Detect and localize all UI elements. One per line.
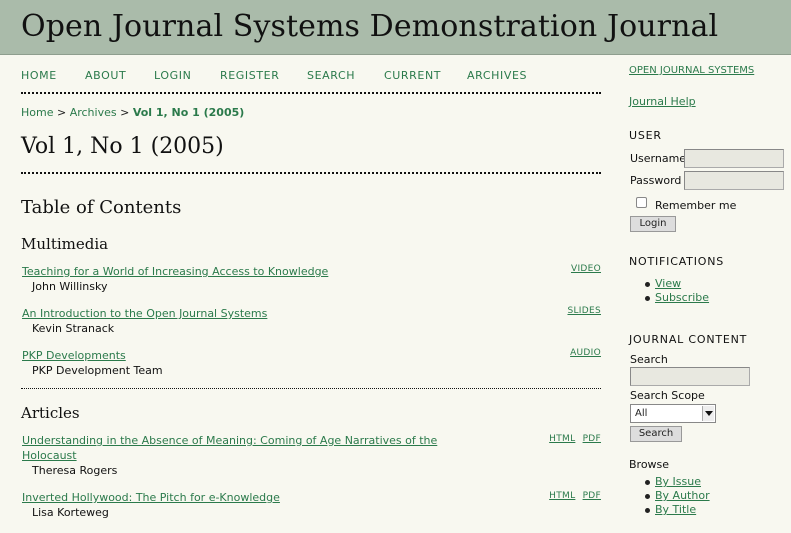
journal-title: Open Journal Systems Demonstration Journ… (21, 9, 719, 44)
username-input[interactable] (684, 149, 784, 168)
notifications-heading: Notifications (629, 255, 725, 268)
article-author: Kevin Stranack (32, 322, 115, 335)
issue-title: Vol 1, No 1 (2005) (21, 134, 224, 159)
remember-me-label: Remember me (655, 199, 737, 212)
article-link[interactable]: Inverted Hollywood: The Pitch for e-Know… (22, 491, 280, 504)
search-scope-label: Search Scope (630, 389, 705, 402)
ojs-link[interactable]: OPEN JOURNAL SYSTEMS (629, 65, 754, 76)
nav-divider (21, 92, 601, 94)
breadcrumb-archives[interactable]: Archives (70, 106, 117, 119)
browse-by-title-link[interactable]: By Title (655, 503, 696, 516)
nav-about[interactable]: About (85, 69, 126, 82)
article-link[interactable]: Teaching for a World of Increasing Acces… (22, 265, 328, 278)
list-item: Subscribe (645, 291, 709, 305)
nav-archives[interactable]: Archives (467, 69, 527, 82)
browse-by-issue-link[interactable]: By Issue (655, 475, 701, 488)
search-button[interactable]: Search (630, 426, 682, 442)
notifications-list: View Subscribe (645, 277, 709, 305)
list-item: View (645, 277, 709, 291)
search-scope-select[interactable]: All (630, 404, 716, 423)
article-galleys: SLIDES (563, 306, 601, 316)
toc-title: Table of Contents (21, 197, 182, 218)
nav-search[interactable]: Search (307, 69, 355, 82)
nav-home[interactable]: Home (21, 69, 57, 82)
notifications-subscribe-link[interactable]: Subscribe (655, 291, 709, 304)
article-title: Understanding in the Absence of Meaning:… (22, 433, 482, 463)
chevron-down-icon (702, 406, 714, 421)
galley-pdf-link[interactable]: PDF (583, 434, 601, 444)
article-title: Inverted Hollywood: The Pitch for e-Know… (22, 490, 462, 505)
username-label: Username (630, 152, 687, 165)
article-link[interactable]: PKP Developments (22, 349, 126, 362)
article-galleys: AUDIO (566, 348, 601, 358)
section-title-articles: Articles (21, 404, 80, 422)
nav-current[interactable]: Current (384, 69, 441, 82)
list-item: By Author (645, 489, 710, 503)
browse-by-author-link[interactable]: By Author (655, 489, 710, 502)
browse-list: By Issue By Author By Title (645, 475, 710, 517)
article-galleys: VIDEO (567, 264, 601, 274)
password-input[interactable] (684, 171, 784, 190)
journal-content-heading: Journal Content (629, 333, 748, 346)
article-title: An Introduction to the Open Journal Syst… (22, 306, 462, 321)
breadcrumb-separator: > (56, 106, 67, 119)
breadcrumb-home[interactable]: Home (21, 106, 53, 119)
article-author: John Willinsky (32, 280, 108, 293)
section-divider (21, 388, 601, 389)
journal-help-link[interactable]: Journal Help (629, 95, 696, 108)
galley-slides-link[interactable]: SLIDES (567, 306, 601, 316)
login-button[interactable]: Login (630, 216, 676, 232)
article-link[interactable]: An Introduction to the Open Journal Syst… (22, 307, 267, 320)
breadcrumb-current[interactable]: Vol 1, No 1 (2005) (133, 106, 244, 119)
galley-audio-link[interactable]: AUDIO (570, 348, 601, 358)
article-link[interactable]: Understanding in the Absence of Meaning:… (22, 434, 437, 462)
galley-video-link[interactable]: VIDEO (571, 264, 601, 274)
password-label: Password (630, 174, 682, 187)
article-title: Teaching for a World of Increasing Acces… (22, 264, 462, 279)
list-item: By Title (645, 503, 710, 517)
article-galleys: HTML PDF (545, 434, 601, 444)
section-title-multimedia: Multimedia (21, 235, 109, 253)
article-title: PKP Developments (22, 348, 462, 363)
list-item: By Issue (645, 475, 710, 489)
title-divider (21, 172, 601, 174)
article-author: PKP Development Team (32, 364, 163, 377)
nav-login[interactable]: Login (154, 69, 191, 82)
user-block-heading: User (629, 129, 662, 142)
nav-register[interactable]: Register (220, 69, 279, 82)
article-galleys: HTML PDF (545, 491, 601, 501)
galley-html-link[interactable]: HTML (549, 434, 575, 444)
galley-pdf-link[interactable]: PDF (583, 491, 601, 501)
article-author: Lisa Korteweg (32, 506, 109, 519)
article-author: Theresa Rogers (32, 464, 118, 477)
search-label: Search (630, 353, 668, 366)
breadcrumb-separator: > (120, 106, 130, 119)
search-scope-value: All (635, 408, 648, 419)
browse-label: Browse (629, 458, 670, 471)
notifications-view-link[interactable]: View (655, 277, 681, 290)
galley-html-link[interactable]: HTML (549, 491, 575, 501)
search-input[interactable] (630, 367, 750, 386)
remember-me-checkbox[interactable] (636, 197, 647, 208)
journal-header: Open Journal Systems Demonstration Journ… (0, 0, 791, 55)
breadcrumb: Home > Archives > Vol 1, No 1 (2005) (21, 106, 244, 119)
